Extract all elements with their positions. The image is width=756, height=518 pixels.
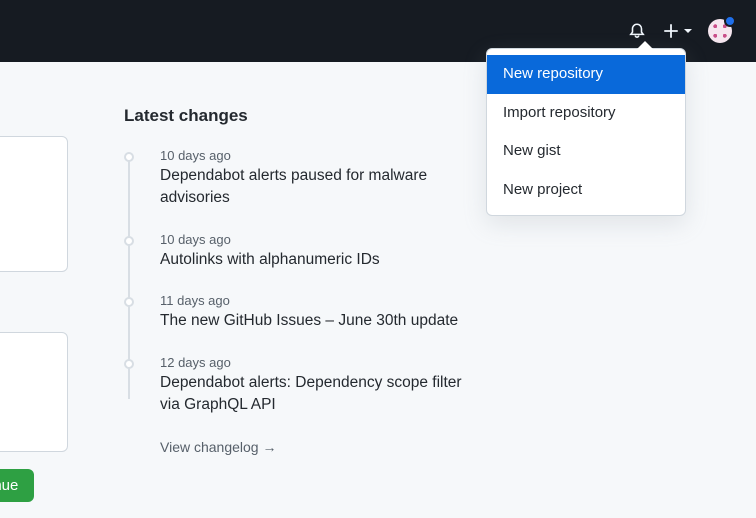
entry-title: The new GitHub Issues – June 30th update (160, 310, 484, 332)
entry-time: 10 days ago (160, 232, 484, 247)
changelog-entry[interactable]: 10 days ago Dependabot alerts paused for… (124, 148, 484, 210)
entry-title: Autolinks with alphanumeric IDs (160, 249, 484, 271)
notifications-button[interactable] (628, 22, 646, 40)
sidebar-card (0, 332, 68, 452)
view-changelog-link[interactable]: View changelog → (124, 439, 484, 455)
changelog-entry[interactable]: 12 days ago Dependabot alerts: Dependenc… (124, 355, 484, 417)
timeline-dot-icon (124, 359, 134, 369)
create-new-menu: New repository Import repository New gis… (486, 48, 686, 216)
latest-changes-feed: Latest changes 10 days ago Dependabot al… (124, 106, 484, 455)
bell-icon (628, 22, 646, 40)
create-new-button[interactable] (662, 22, 692, 40)
menu-item-new-repository[interactable]: New repository (487, 55, 685, 94)
caret-down-icon (684, 29, 692, 33)
entry-time: 12 days ago (160, 355, 484, 370)
menu-item-new-project[interactable]: New project (487, 171, 685, 210)
menu-item-new-gist[interactable]: New gist (487, 132, 685, 171)
feed-heading: Latest changes (124, 106, 484, 126)
menu-item-import-repository[interactable]: Import repository (487, 94, 685, 133)
continue-button[interactable]: inue (0, 469, 34, 502)
changelog-entry[interactable]: 11 days ago The new GitHub Issues – June… (124, 293, 484, 332)
unread-indicator (724, 15, 736, 27)
entry-title: Dependabot alerts paused for malware adv… (160, 165, 484, 210)
timeline: 10 days ago Dependabot alerts paused for… (124, 148, 484, 455)
user-avatar[interactable] (708, 19, 732, 43)
entry-title: Dependabot alerts: Dependency scope filt… (160, 372, 484, 417)
timeline-dot-icon (124, 236, 134, 246)
entry-time: 11 days ago (160, 293, 484, 308)
avatar-image (708, 19, 732, 43)
changelog-entry[interactable]: 10 days ago Autolinks with alphanumeric … (124, 232, 484, 271)
sidebar-card (0, 136, 68, 272)
timeline-dot-icon (124, 152, 134, 162)
plus-icon (662, 22, 680, 40)
left-sidebar-fragments (0, 136, 68, 512)
entry-time: 10 days ago (160, 148, 484, 163)
timeline-dot-icon (124, 297, 134, 307)
